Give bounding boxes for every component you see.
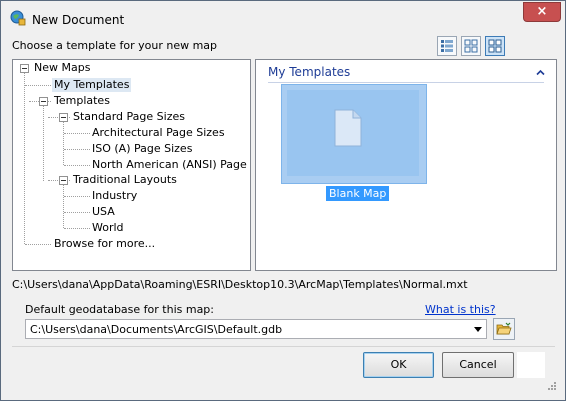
tree-item-north-american-ansi-page-sizes[interactable]: North American (ANSI) Page Sizes (90, 158, 250, 172)
tree-connector (63, 122, 64, 165)
tree-connector (64, 149, 90, 150)
geodatabase-label: Default geodatabase for this map: (25, 303, 214, 316)
resize-grip-icon[interactable] (545, 381, 557, 396)
tree-connector (24, 72, 25, 244)
document-icon (333, 109, 363, 150)
tree-connector (25, 244, 51, 245)
cancel-button[interactable]: Cancel (442, 352, 514, 378)
close-button[interactable]: × (523, 2, 561, 22)
tree-connector (63, 185, 64, 228)
dropdown-arrow-icon[interactable] (474, 327, 482, 332)
button-area-blank (517, 352, 545, 378)
template-tree[interactable]: New Maps My Templates Templates Standard… (12, 59, 251, 271)
collapse-new-maps-icon[interactable] (20, 64, 29, 73)
open-folder-icon (496, 322, 512, 335)
what-is-this-link[interactable]: What is this? (425, 303, 496, 316)
list-view-icon (441, 40, 453, 52)
tree-connector (64, 133, 90, 134)
collapse-traditional-layouts-icon[interactable] (59, 176, 68, 185)
new-document-dialog: New Document × Choose a template for you… (0, 0, 566, 401)
small-thumbnail-view-button[interactable] (461, 36, 481, 56)
tree-item-industry[interactable]: Industry (90, 189, 139, 203)
footer-separator (12, 346, 555, 347)
tree-item-templates[interactable]: Templates (52, 94, 112, 108)
large-thumbnail-view-icon (488, 39, 502, 53)
tree-item-usa[interactable]: USA (90, 205, 117, 219)
collapse-templates-icon[interactable] (39, 97, 48, 106)
small-thumbnail-view-icon (464, 39, 478, 53)
collapse-standard-page-sizes-icon[interactable] (59, 113, 68, 122)
tree-connector (64, 212, 90, 213)
large-thumbnail-view-button[interactable] (485, 36, 505, 56)
tree-item-my-templates[interactable]: My Templates (52, 78, 132, 92)
blank-map-thumbnail[interactable] (281, 84, 427, 184)
tree-item-iso-a-page-sizes[interactable]: ISO (A) Page Sizes (90, 142, 194, 156)
gallery-section-title: My Templates (268, 65, 351, 79)
tree-item-standard-page-sizes[interactable]: Standard Page Sizes (71, 110, 187, 124)
geodatabase-value: C:\Users\dana\Documents\ArcGIS\Default.g… (30, 323, 283, 336)
template-path: C:\Users\dana\AppData\Roaming\ESRI\Deskt… (12, 278, 468, 291)
tree-item-new-maps[interactable]: New Maps (32, 61, 92, 75)
tree-item-architectural-page-sizes[interactable]: Architectural Page Sizes (90, 126, 227, 140)
dialog-title: New Document (32, 13, 125, 27)
browse-geodatabase-button[interactable] (493, 318, 515, 340)
title-bar[interactable]: New Document × (1, 1, 565, 35)
ok-button[interactable]: OK (363, 352, 434, 378)
blank-map-label[interactable]: Blank Map (326, 186, 390, 201)
template-gallery[interactable]: My Templates Blank Map (255, 59, 557, 271)
tree-connector (64, 165, 90, 166)
tree-item-world[interactable]: World (90, 221, 126, 235)
list-view-button[interactable] (437, 36, 457, 56)
tree-connector (43, 106, 44, 181)
tree-item-browse-for-more[interactable]: Browse for more... (52, 237, 157, 251)
tree-item-traditional-layouts[interactable]: Traditional Layouts (71, 173, 179, 187)
tree-connector (64, 228, 90, 229)
tree-connector (25, 85, 51, 86)
arcmap-globe-icon (10, 10, 26, 26)
chevron-up-icon[interactable] (536, 66, 545, 79)
tree-connector (64, 196, 90, 197)
choose-template-label: Choose a template for your new map (12, 39, 218, 52)
geodatabase-combobox[interactable]: C:\Users\dana\Documents\ArcGIS\Default.g… (25, 319, 487, 339)
section-divider (268, 82, 544, 83)
